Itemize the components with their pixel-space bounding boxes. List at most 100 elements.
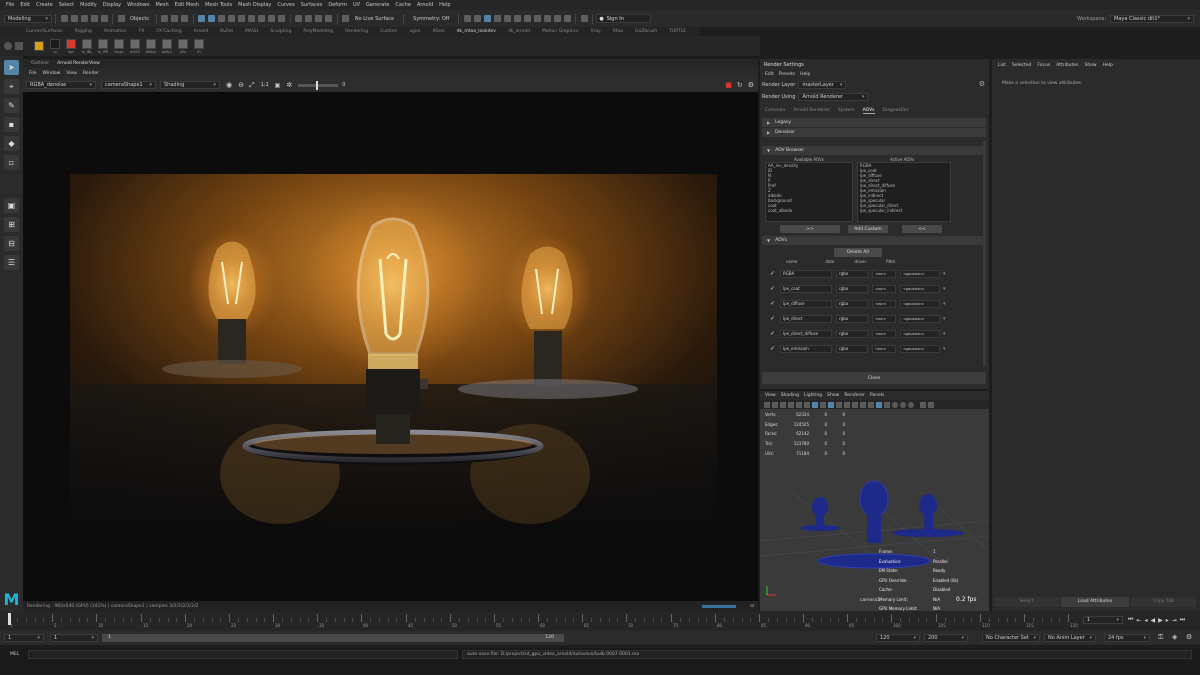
active-aovs-list[interactable]: RGBA lpe_coat lpe_diffuse lpe_direct lpe_dir… [857, 162, 951, 222]
aov-filter-dropdown[interactable]: <gaussian> [900, 329, 940, 338]
history-icon[interactable] [295, 15, 303, 22]
shelf-tab[interactable]: Animation [104, 29, 127, 34]
aov-driver-dropdown[interactable]: <exr> [872, 284, 896, 293]
shelf-tab[interactable]: Curves/Surfaces [26, 29, 63, 34]
render-using-dropdown[interactable]: Arnold Renderer [798, 92, 869, 101]
film-gate-icon[interactable] [804, 401, 810, 408]
snap-edge-icon[interactable] [258, 15, 266, 22]
shelf-button[interactable] [32, 40, 46, 52]
ambient-occlusion-icon[interactable] [860, 401, 866, 408]
render-settings-tab[interactable]: System [838, 108, 855, 113]
panel-menu-item[interactable]: Panels [870, 393, 884, 398]
menu-windows[interactable]: Windows [127, 2, 149, 8]
shelf-tab[interactable]: FX [139, 29, 145, 34]
time-slider[interactable]: 1 5 10 15 20 25 30 35 40 45 50 55 60 65 70 75 80 85 90 95 10… [0, 611, 1200, 631]
construction-history-icon[interactable] [325, 15, 333, 22]
settings-gear-icon[interactable]: ⚙ [748, 81, 754, 89]
aov-name-field[interactable]: RGBA [780, 269, 832, 278]
auto-key-icon[interactable]: ◈ [1172, 633, 1177, 641]
go-end-icon[interactable]: ⏭ [1180, 616, 1185, 624]
aov-driver-dropdown[interactable]: <exr> [872, 314, 896, 323]
render-settings-menu-item[interactable]: Edit [765, 72, 774, 77]
isolate-select-icon[interactable] [876, 401, 882, 408]
snap-curve-icon[interactable] [208, 15, 216, 22]
current-frame-field[interactable]: 1 [1083, 616, 1123, 624]
section-aovs[interactable]: AOVs [762, 236, 986, 245]
shelf-tab[interactable]: Vray [590, 29, 600, 34]
step-back-icon[interactable]: ◂ [1144, 617, 1147, 624]
menu-mesh[interactable]: Mesh [155, 2, 168, 8]
menu-select[interactable]: Select [59, 2, 74, 8]
load-attributes-button[interactable]: Load Attributes [1061, 596, 1129, 607]
snap-face-icon[interactable] [268, 15, 276, 22]
add-custom-button[interactable]: Add Custom [848, 225, 888, 233]
fps-dropdown[interactable]: 24 fps [1104, 634, 1150, 642]
exposure-value[interactable]: 0 [342, 82, 345, 88]
gamma-icon[interactable] [920, 401, 926, 408]
anim-layer-dropdown[interactable]: No Anim Layer [1044, 634, 1096, 642]
select-mode-icon[interactable] [117, 15, 125, 22]
redo-icon[interactable] [100, 15, 108, 22]
aov-enabled-checkbox[interactable]: ✓ [770, 285, 776, 292]
shelf-tab[interactable]: dk_mtoa_lookdev [457, 29, 496, 34]
four-pane-layout-icon[interactable]: ⊞ [4, 217, 19, 232]
menu-help[interactable]: Help [439, 2, 450, 8]
shading-dropdown[interactable]: Shading [160, 81, 220, 89]
shelf-tab[interactable]: XGen [432, 29, 444, 34]
snap-surface-icon[interactable] [238, 15, 246, 22]
smooth-shade-icon[interactable] [820, 401, 826, 408]
render-layer-dropdown[interactable]: masterLayer [798, 80, 847, 89]
select-component-icon[interactable] [181, 15, 189, 22]
remove-aov-button[interactable]: << [902, 225, 942, 233]
menu-mesh-tools[interactable]: Mesh Tools [205, 2, 232, 8]
move-tool-icon[interactable]: ▪ [4, 117, 19, 132]
input-ops-icon[interactable] [305, 15, 313, 22]
aov-driver-dropdown[interactable]: <exr> [872, 299, 896, 308]
layout-icon[interactable] [580, 15, 588, 22]
menu-generate[interactable]: Generate [366, 2, 389, 8]
step-forward-icon[interactable]: ▸ [1166, 617, 1169, 624]
shelf-tab[interactable]: Arnold [194, 29, 209, 34]
shelf-tab[interactable]: Sculpting [270, 29, 291, 34]
paint-select-icon[interactable]: ✎ [4, 98, 19, 113]
delete-all-button[interactable]: Delete All [834, 248, 882, 257]
close-button[interactable]: Close [762, 372, 986, 384]
grid-icon[interactable] [796, 401, 802, 408]
menu-mesh-display[interactable]: Mesh Display [238, 2, 271, 8]
shelf-tab[interactable]: TURTLE [669, 29, 686, 34]
aov-data-dropdown[interactable]: rgba [836, 299, 868, 308]
panel-tab[interactable]: Arnold RenderView [57, 61, 100, 66]
aov-options-icon[interactable]: ▾ [943, 271, 946, 277]
aov-options-icon[interactable]: ▾ [943, 286, 946, 292]
aov-driver-dropdown[interactable]: <exr> [872, 329, 896, 338]
menu-edit[interactable]: Edit [20, 2, 30, 8]
start-frame-field[interactable]: 1 [4, 634, 44, 642]
aov-data-dropdown[interactable]: rgba [836, 314, 868, 323]
wireframe-on-shaded-icon[interactable] [828, 401, 834, 408]
toggle-panel-icon[interactable] [553, 15, 561, 22]
go-start-icon[interactable]: ⏮ [1128, 616, 1133, 624]
aov-name-field[interactable]: lpe_direct_diffuse [780, 329, 832, 338]
rotate-tool-icon[interactable]: ◆ [4, 136, 19, 151]
section-denoiser[interactable]: Denoiser [762, 128, 986, 137]
camera-icon[interactable]: ▣ [275, 82, 281, 89]
scale-tool-icon[interactable]: ▫ [4, 155, 19, 170]
xray-joints-icon[interactable] [892, 401, 898, 408]
undo-icon[interactable] [90, 15, 98, 22]
exposure-icon[interactable] [908, 401, 914, 408]
aov-filter-dropdown[interactable]: <gaussian> [900, 269, 940, 278]
menu-curves[interactable]: Curves [277, 2, 294, 8]
shelf-tab[interactable]: PolyModeling [303, 29, 333, 34]
snap-view-icon[interactable] [228, 15, 236, 22]
pause-icon[interactable] [563, 15, 571, 22]
shelf-tab[interactable]: Ktoa [613, 29, 623, 34]
menu-arnold[interactable]: Arnold [417, 2, 433, 8]
attribute-editor-menu-item[interactable]: List [998, 63, 1006, 68]
single-pane-layout-icon[interactable]: ▣ [4, 198, 19, 213]
display-icon[interactable]: ◉ [226, 81, 232, 89]
character-set-dropdown[interactable]: No Character Set [982, 634, 1040, 642]
shadows-icon[interactable] [852, 401, 858, 408]
end-frame-field[interactable]: 200 [924, 634, 968, 642]
anti-alias-icon[interactable] [868, 401, 874, 408]
menu-uv[interactable]: UV [353, 2, 360, 8]
